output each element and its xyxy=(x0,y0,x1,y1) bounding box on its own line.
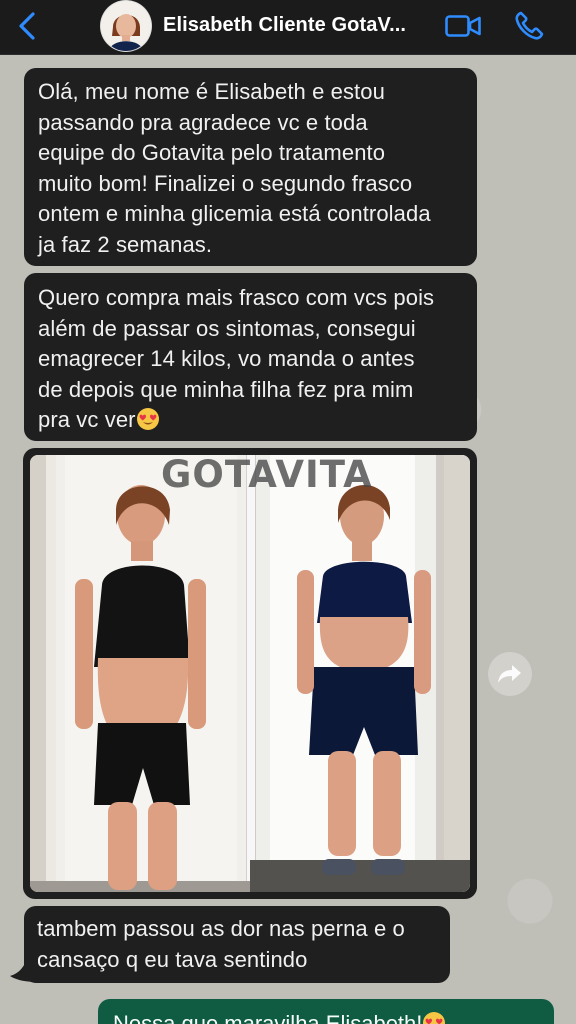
message-line: ja faz 2 semanas. xyxy=(38,231,213,257)
incoming-bubble-tail xyxy=(10,955,38,982)
message-line: Olá, meu nome é Elisabeth e estou xyxy=(38,79,385,104)
message-line: de depois que minha filha fez pra mim xyxy=(38,376,414,402)
chat-screen: Elisabeth Cliente GotaV... Olá, meu nome… xyxy=(0,0,576,1024)
message-line: muito bom! Finalizei o segundo frasco xyxy=(38,170,413,196)
message-line: Nossa que maravilha Elisabeth! xyxy=(113,1011,423,1024)
before-after-photo[interactable]: GOTAVITA xyxy=(30,455,470,892)
message-line: emagrecer 14 kilos, vo manda o antes xyxy=(38,346,415,371)
contact-name[interactable]: Elisabeth Cliente GotaV... xyxy=(163,14,433,42)
incoming-message-1[interactable]: Olá, meu nome é Elisabeth e estou passan… xyxy=(24,68,477,266)
message-line: passando pra agradece vc e toda xyxy=(38,109,368,135)
message-line: tambem passou as dor nas perna e o xyxy=(37,916,405,941)
message-line: além de passar os sintomas, consegui xyxy=(38,315,416,341)
back-chevron-icon[interactable] xyxy=(14,10,42,42)
incoming-message-2[interactable]: Quero compra mais frasco com vcs pois al… xyxy=(24,273,477,441)
phone-call-icon[interactable] xyxy=(513,10,545,42)
message-line: pra vc ver xyxy=(38,407,136,432)
message-line-with-emoji: pra vc ver xyxy=(38,405,463,436)
incoming-image-message[interactable]: GOTAVITA xyxy=(23,448,477,899)
heart-eyes-emoji-icon xyxy=(136,408,159,430)
before-after-image xyxy=(30,455,470,892)
message-line: Quero compra mais frasco com vcs pois xyxy=(38,285,435,310)
message-line: cansaço q eu tava sentindo xyxy=(37,946,308,972)
message-line: ontem e minha glicemia está controlada xyxy=(38,201,431,226)
forward-button[interactable] xyxy=(488,652,532,696)
outgoing-message-1[interactable]: Nossa que maravilha Elisabeth! xyxy=(98,999,554,1024)
image-watermark: GOTAVITA xyxy=(161,455,373,496)
incoming-message-3[interactable]: tambem passou as dor nas perna e o cansa… xyxy=(24,906,450,983)
contact-photo xyxy=(101,1,151,51)
heart-eyes-emoji-icon xyxy=(423,1012,446,1024)
forward-icon xyxy=(498,665,521,683)
contact-avatar[interactable] xyxy=(101,1,151,51)
chat-header: Elisabeth Cliente GotaV... xyxy=(0,0,576,55)
message-line: equipe do Gotavita pelo tratamento xyxy=(38,140,386,165)
video-call-icon[interactable] xyxy=(444,12,482,40)
